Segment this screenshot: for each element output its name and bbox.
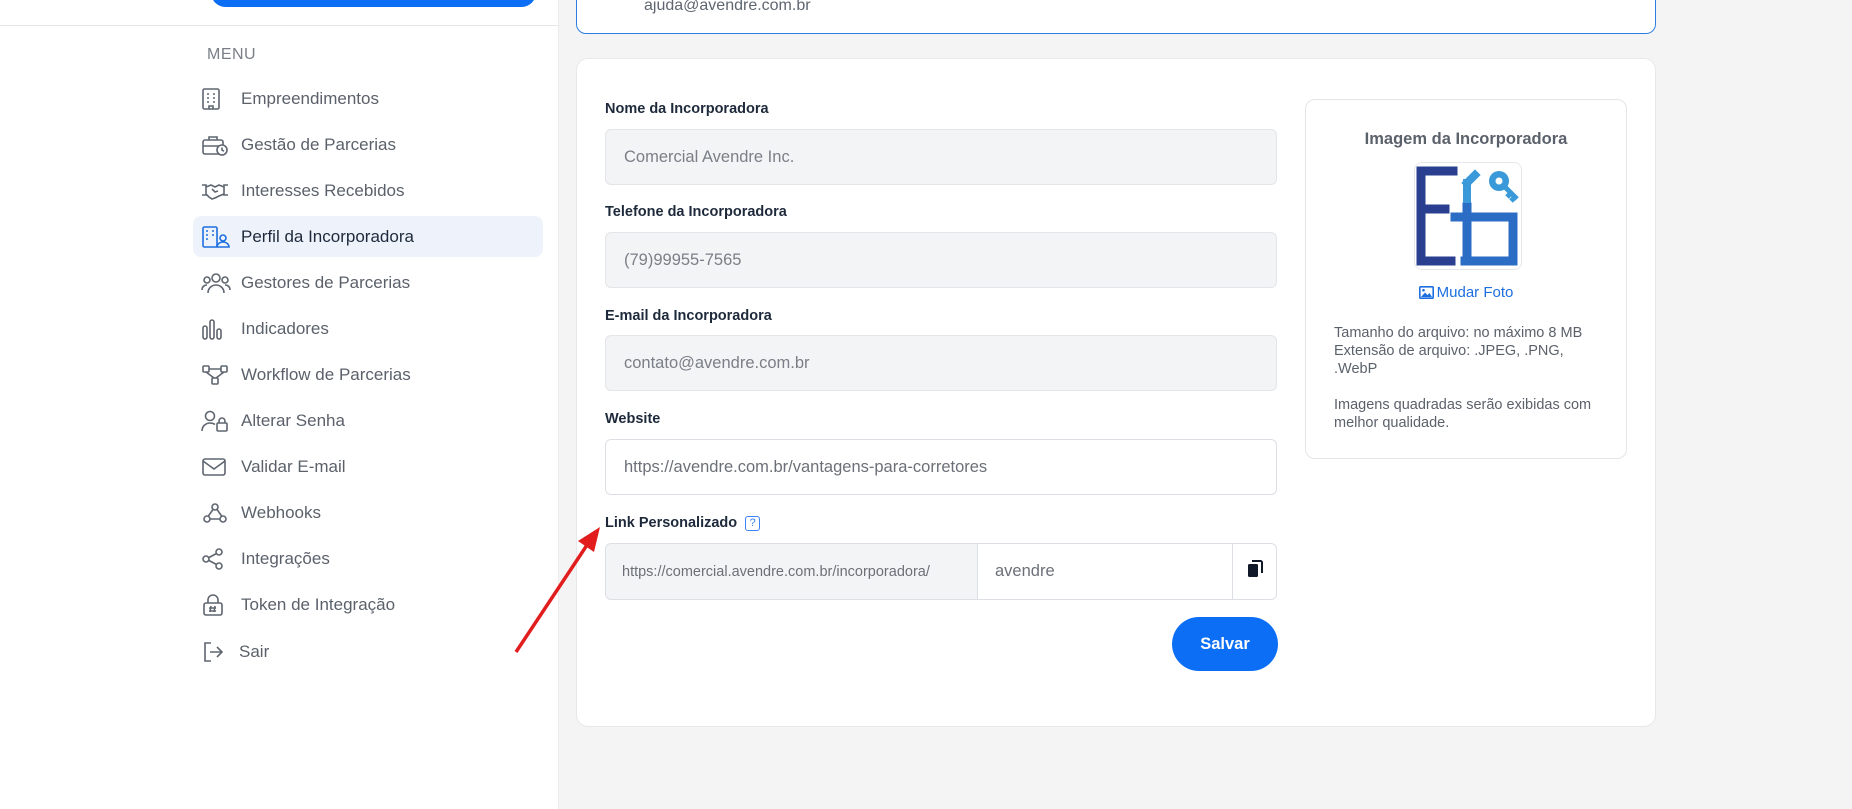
email-label: E-mail da Incorporadora [605, 308, 772, 324]
sidebar-menu: Empreendimentos Gestão de Parcerias Inte… [193, 78, 543, 677]
file-size-info: Tamanho do arquivo: no máximo 8 MB [1334, 325, 1583, 341]
workflow-icon [201, 362, 231, 388]
sidebar-item-sair[interactable]: Sair [193, 631, 543, 672]
help-icon[interactable]: ? [745, 515, 761, 531]
name-label: Nome da Incorporadora [605, 101, 769, 117]
sidebar-item-label: Perfil da Incorporadora [241, 226, 414, 246]
link-label: Link Personalizado [605, 515, 738, 531]
sidebar-item-integracoes[interactable]: Integrações [193, 538, 543, 579]
sidebar-item-label: Workflow de Parcerias [241, 364, 411, 384]
company-logo [1414, 162, 1522, 270]
link-slug-input[interactable]: avendre [978, 544, 1232, 599]
sidebar-item-label: Gestores de Parcerias [241, 272, 411, 292]
sidebar-item-empreendimentos[interactable]: Empreendimentos [193, 78, 543, 119]
square-image-info: Imagens quadradas serão exibidas com mel… [1334, 397, 1592, 431]
sidebar-item-label: Webhooks [241, 502, 322, 522]
logout-label: Sair [239, 641, 270, 661]
change-photo-link[interactable]: Mudar Foto [1306, 284, 1626, 303]
sidebar-item-gestao-parcerias[interactable]: Gestão de Parcerias [193, 124, 543, 165]
phone-label: Telefone da Incorporadora [605, 204, 787, 220]
custom-link-group: https://comercial.avendre.com.br/incorpo… [605, 543, 1277, 600]
sidebar-item-label: Token de Integração [241, 594, 396, 614]
envelope-icon [201, 454, 231, 480]
link-slug-value: avendre [995, 562, 1055, 580]
briefcase-clock-icon [201, 132, 231, 158]
change-photo-label: Mudar Foto [1436, 284, 1514, 301]
bar-chart-icon [201, 316, 231, 342]
copy-icon [1247, 560, 1263, 583]
handshake-icon [201, 178, 231, 204]
sidebar-item-gestores[interactable]: Gestores de Parcerias [193, 262, 543, 303]
name-field[interactable]: Comercial Avendre Inc. [605, 129, 1277, 185]
sidebar-item-label: Validar E-mail [241, 456, 346, 476]
copy-button[interactable] [1232, 544, 1276, 599]
email-field[interactable]: contato@avendre.com.br [605, 335, 1277, 391]
sidebar-item-label: Empreendimentos [241, 88, 379, 108]
building-user-icon [201, 224, 231, 250]
sidebar-item-interesses[interactable]: Interesses Recebidos [193, 170, 543, 211]
sidebar-item-token[interactable]: Token de Integração [193, 584, 543, 625]
phone-field-value: (79)99955-7565 [624, 250, 742, 269]
company-image-panel: Imagem da Incorporadora Mudar Foto Taman… [1305, 99, 1627, 459]
building-icon [201, 86, 231, 112]
user-lock-icon [201, 408, 231, 434]
link-prefix: https://comercial.avendre.com.br/incorpo… [606, 544, 978, 599]
sidebar-item-label: Alterar Senha [241, 410, 345, 430]
support-email: ajuda@avendre.com.br [644, 0, 811, 14]
sidebar: MENU Empreendimentos Gestão de Parcerias… [0, 0, 559, 809]
sidebar-item-workflow[interactable]: Workflow de Parcerias [193, 354, 543, 395]
email-field-value: contato@avendre.com.br [624, 353, 810, 372]
website-field[interactable]: https://avendre.com.br/vantagens-para-co… [605, 439, 1277, 495]
sidebar-item-perfil[interactable]: Perfil da Incorporadora [193, 216, 543, 257]
webhook-icon [201, 500, 231, 526]
menu-title: MENU [207, 46, 257, 63]
sidebar-item-label: Interesses Recebidos [241, 180, 405, 200]
sidebar-top-button[interactable] [211, 0, 536, 7]
lock-hash-icon [201, 592, 231, 618]
save-button[interactable]: Salvar [1172, 617, 1278, 671]
name-field-value: Comercial Avendre Inc. [624, 147, 795, 166]
website-label: Website [605, 411, 661, 427]
phone-field[interactable]: (79)99955-7565 [605, 232, 1277, 288]
sidebar-item-webhooks[interactable]: Webhooks [193, 492, 543, 533]
image-icon [1418, 286, 1434, 303]
sidebar-item-validar-email[interactable]: Validar E-mail [193, 446, 543, 487]
sidebar-divider [0, 25, 559, 26]
profile-form-card: Nome da Incorporadora Comercial Avendre … [576, 58, 1656, 727]
file-extension-info: Extensão de arquivo: .JPEG, .PNG, .WebP [1334, 343, 1564, 377]
website-field-value: https://avendre.com.br/vantagens-para-co… [624, 457, 988, 476]
sidebar-item-label: Indicadores [241, 318, 329, 338]
support-card: ajuda@avendre.com.br [576, 0, 1656, 34]
sidebar-item-indicadores[interactable]: Indicadores [193, 308, 543, 349]
logout-icon [201, 639, 231, 665]
image-requirements: Tamanho do arquivo: no máximo 8 MB Exten… [1334, 324, 1604, 432]
sidebar-item-alterar-senha[interactable]: Alterar Senha [193, 400, 543, 441]
image-panel-title: Imagem da Incorporadora [1364, 130, 1568, 148]
link-label-row: Link Personalizado? [605, 515, 761, 531]
sidebar-item-label: Gestão de Parcerias [241, 134, 396, 154]
users-icon [201, 270, 231, 296]
sidebar-item-label: Integrações [241, 548, 330, 568]
share-icon [201, 546, 231, 572]
